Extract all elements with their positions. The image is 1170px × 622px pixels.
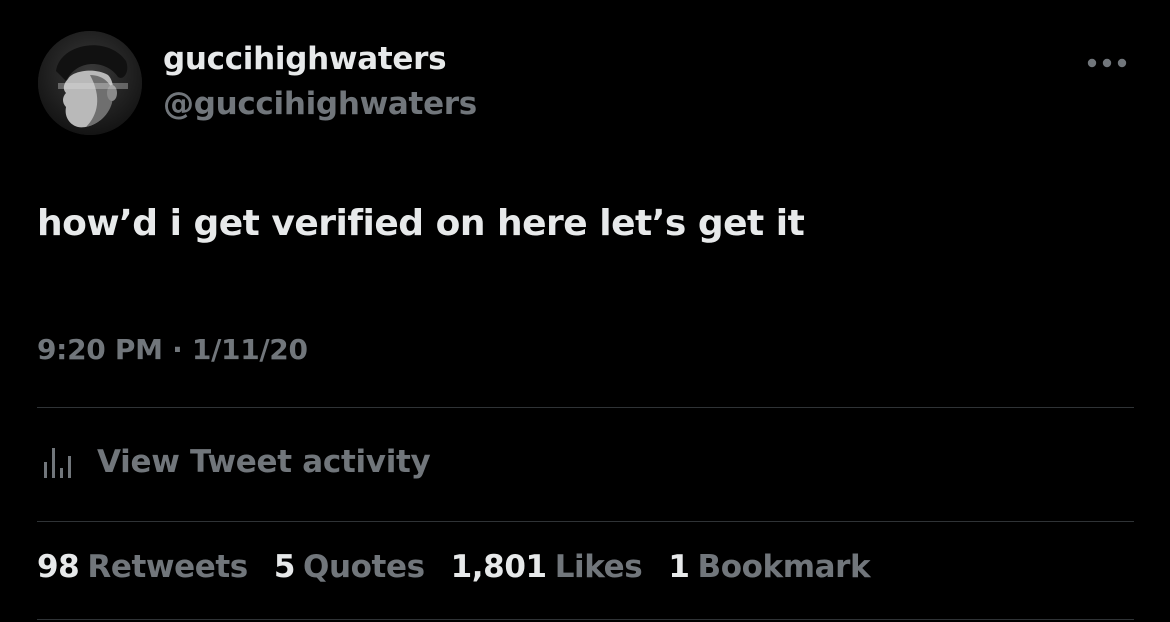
bookmarks-count: 1: [668, 549, 690, 585]
quotes-stat[interactable]: 5 Quotes: [274, 549, 425, 585]
likes-label: Likes: [554, 549, 643, 585]
divider: [37, 407, 1134, 408]
tweet-timestamp[interactable]: 9:20 PM · 1/11/20: [37, 333, 308, 366]
more-options-button[interactable]: [1080, 50, 1134, 76]
author-display-name[interactable]: guccihighwaters: [163, 41, 447, 77]
quotes-label: Quotes: [303, 549, 425, 585]
view-tweet-activity-link[interactable]: View Tweet activity: [37, 440, 431, 484]
author-handle[interactable]: @guccihighwaters: [163, 86, 477, 122]
retweets-stat[interactable]: 98 Retweets: [37, 549, 248, 585]
tweet-stats: 98 Retweets 5 Quotes 1,801 Likes 1 Bookm…: [37, 549, 896, 585]
view-tweet-activity-label: View Tweet activity: [97, 444, 431, 480]
tweet-text: how’d i get verified on here let’s get i…: [37, 203, 805, 244]
more-horizontal-icon: [1087, 58, 1127, 68]
bookmarks-stat[interactable]: 1 Bookmark: [668, 549, 870, 585]
avatar[interactable]: [38, 31, 142, 135]
retweets-count: 98: [37, 549, 80, 585]
divider: [37, 521, 1134, 522]
quotes-count: 5: [273, 549, 296, 585]
bar-chart-icon: [44, 448, 71, 478]
likes-stat[interactable]: 1,801 Likes: [451, 549, 643, 585]
avatar-image: [38, 31, 142, 135]
retweets-label: Retweets: [87, 549, 248, 585]
likes-count: 1,801: [450, 549, 547, 585]
tweet-detail: guccihighwaters @guccihighwaters how’d i…: [0, 0, 1170, 622]
divider: [37, 619, 1134, 620]
bookmarks-label: Bookmark: [697, 549, 871, 585]
